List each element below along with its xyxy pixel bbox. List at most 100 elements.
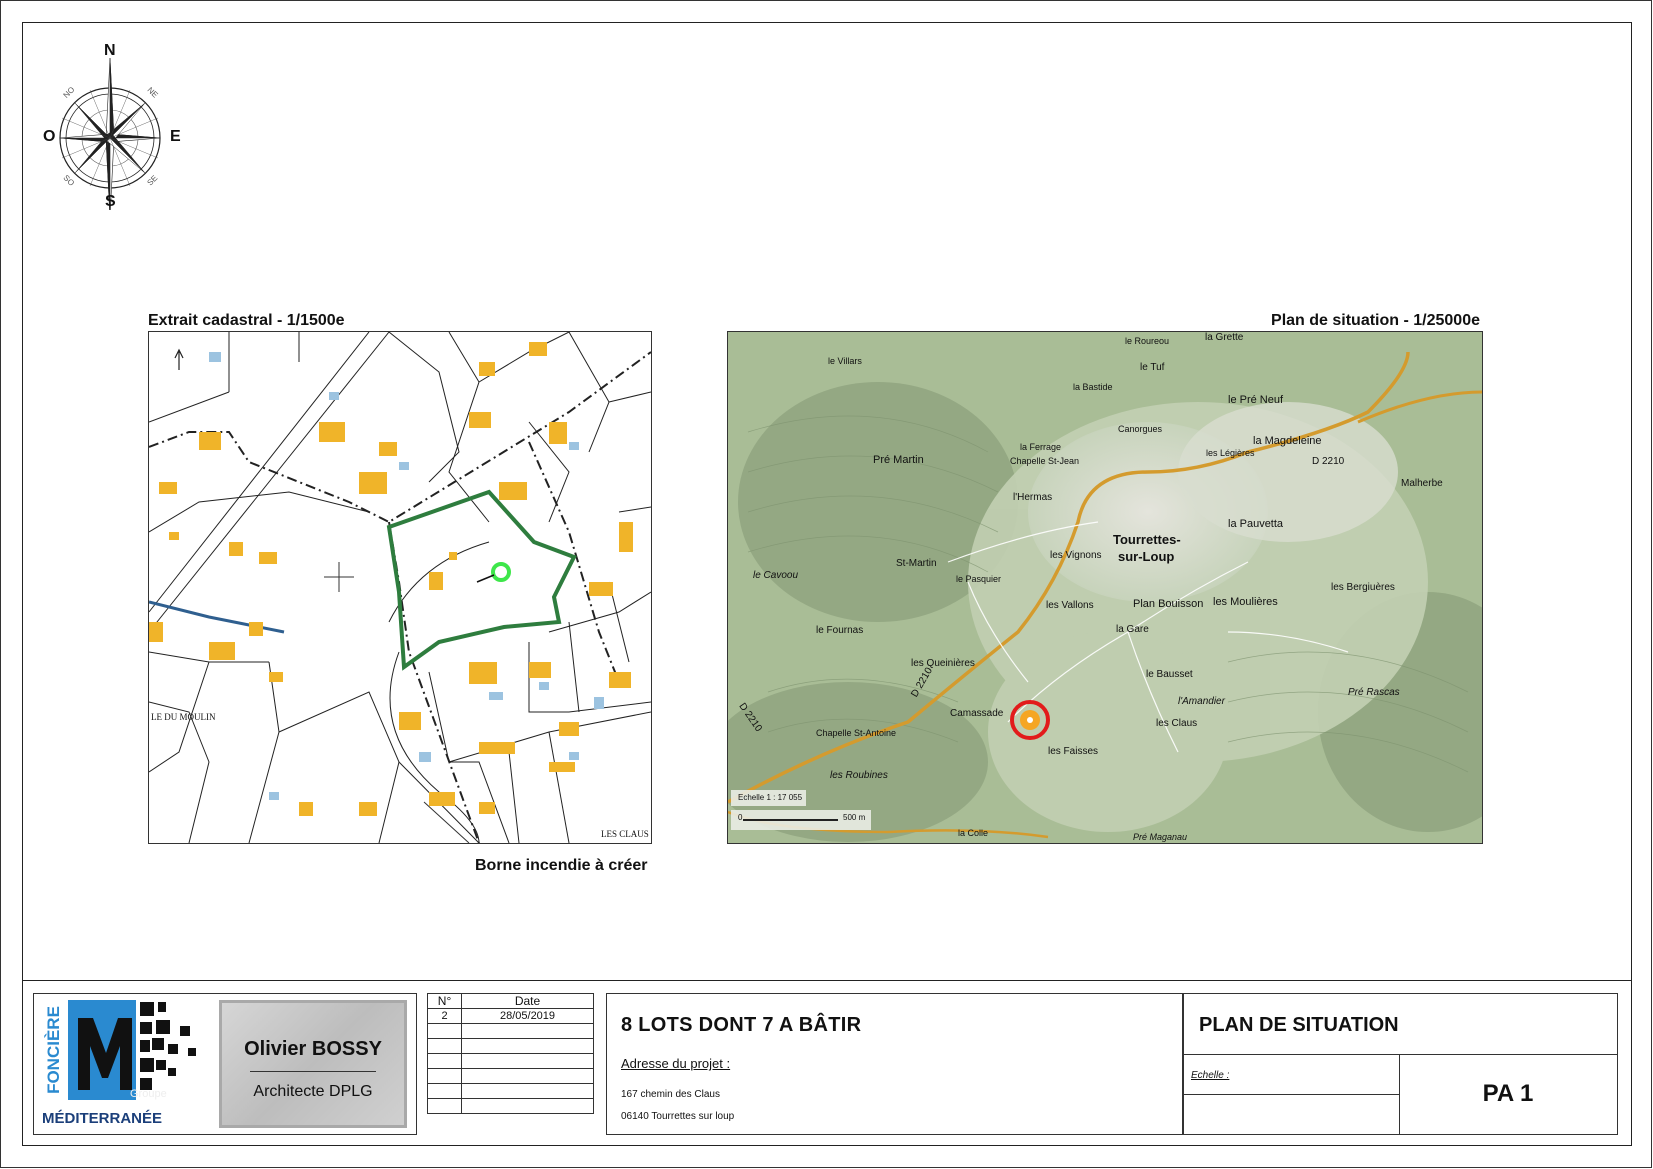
- map-scale-left: 0: [738, 813, 743, 822]
- table-row: [426, 1023, 594, 1039]
- map-label-le-tuf: le Tuf: [1140, 362, 1165, 373]
- situation-map: Tourrettes- sur-Loup le Pré Neuf la Magd…: [727, 331, 1483, 844]
- map-label-la-ferrage: la Ferrage: [1020, 442, 1062, 452]
- title-block-separator: [22, 980, 1632, 981]
- map-label-le-fournas: le Fournas: [816, 625, 864, 636]
- revision-number-cell: [426, 1083, 463, 1099]
- map-label-le-pre-neuf: le Pré Neuf: [1228, 394, 1284, 406]
- plan-title: PLAN DE SITUATION: [1199, 1014, 1399, 1036]
- revision-table: N° Date 2 28/05/2019: [426, 993, 594, 1114]
- map-label-pre-maganau: Pré Maganau: [1133, 832, 1188, 842]
- map-label-plan-bouisson: Plan Bouisson: [1133, 598, 1204, 610]
- architect-plate: Olivier BOSSY Architecte DPLG: [219, 1000, 407, 1128]
- compass-north-label: N: [104, 42, 116, 59]
- plan-code: PA 1: [1482, 1080, 1534, 1107]
- situation-title: Plan de situation - 1/25000e: [1271, 312, 1480, 329]
- table-row: [426, 1098, 594, 1114]
- revision-number-cell: [426, 1068, 463, 1084]
- cadastral-map-drawing: [149, 332, 651, 843]
- map-label-le-pasquier: le Pasquier: [956, 574, 1002, 584]
- address-line-1: 167 chemin des Claus: [621, 1089, 720, 1100]
- map-label-la-gare: la Gare: [1116, 624, 1149, 635]
- map-label-les-legieres: les Légières: [1206, 448, 1255, 458]
- map-scale-label: Echelle 1 : 17 055: [738, 793, 803, 802]
- revision-header-number: N°: [426, 993, 463, 1009]
- architect-title: Architecte DPLG: [253, 1083, 373, 1100]
- compass-rose: N S O E NE NO SE SO: [43, 40, 181, 219]
- fonciere-vertical-text: FONCIÈRE: [38, 1000, 68, 1100]
- map-label-le-villars: le Villars: [828, 356, 862, 366]
- map-label-les-bergiueres: les Bergiuères: [1331, 582, 1395, 593]
- map-label-le-cavoou: le Cavoou: [753, 570, 799, 581]
- map-label-tourrettes: Tourrettes-: [1113, 532, 1181, 547]
- plan-info-panel: PLAN DE SITUATION Echelle : PA 1: [1182, 993, 1618, 1135]
- architect-name: Olivier BOSSY: [244, 1038, 382, 1060]
- map-label-st-martin: St-Martin: [896, 558, 937, 569]
- map-label-la-magdeleine: la Magdeleine: [1253, 435, 1322, 447]
- map-label-les-claus: les Claus: [1156, 718, 1198, 729]
- revision-table-header: N° Date: [426, 993, 594, 1009]
- groupe-text: Groupe: [130, 1088, 167, 1100]
- map-label-l-hermas: l'Hermas: [1013, 492, 1053, 503]
- address-line-2: 06140 Tourrettes sur loup: [621, 1111, 735, 1122]
- logo-panel: FONCIÈRE Groupe MÉDITERRANÉE Olivier BOS…: [33, 993, 417, 1135]
- cadastral-label-le-du-moulin: LE DU MOULIN: [151, 712, 216, 722]
- map-label-pre-rascas: Pré Rascas: [1348, 687, 1400, 698]
- revision-number-cell: [426, 1098, 463, 1114]
- project-title: 8 LOTS DONT 7 A BÂTIR: [621, 1014, 862, 1036]
- map-label-l-amandier: l'Amandier: [1178, 696, 1225, 707]
- map-label-les-queinieres: les Queinières: [911, 658, 975, 669]
- revision-date-cell: [461, 1053, 594, 1069]
- map-label-la-bastide: la Bastide: [1073, 382, 1113, 392]
- map-label-la-grette: la Grette: [1205, 332, 1244, 343]
- map-label-malherbe: Malherbe: [1401, 478, 1443, 489]
- map-label-la-pauvetta: la Pauvetta: [1228, 518, 1284, 530]
- address-label: Adresse du projet :: [621, 1056, 731, 1071]
- revision-date-cell: [461, 1068, 594, 1084]
- map-label-canorgues: Canorgues: [1118, 424, 1163, 434]
- mediterranee-text: MÉDITERRANÉE: [42, 1110, 163, 1127]
- revision-number-cell: [426, 1053, 463, 1069]
- map-label-d2210: D 2210: [1312, 456, 1345, 467]
- map-label-chapelle-st-antoine: Chapelle St-Antoine: [816, 728, 897, 738]
- map-label-les-moulieres: les Moulières: [1213, 596, 1278, 608]
- table-row: [426, 1053, 594, 1069]
- architect-plate-rule: [250, 1071, 376, 1072]
- table-row: 2 28/05/2019: [426, 1008, 594, 1024]
- map-label-les-faisses: les Faisses: [1048, 746, 1099, 757]
- plan-divider-scale: [1183, 1094, 1399, 1095]
- table-row: [426, 1068, 594, 1084]
- fire-hydrant-annotation: Borne incendie à créer: [475, 857, 648, 874]
- compass-west-label: O: [43, 128, 56, 145]
- revision-number-cell: [426, 1038, 463, 1054]
- map-label-le-bausset: le Bausset: [1146, 669, 1193, 680]
- table-row: [426, 1038, 594, 1054]
- map-label-le-roureou: le Roureou: [1125, 336, 1170, 346]
- map-label-pre-martin: Pré Martin: [873, 454, 924, 466]
- revision-table-panel: N° Date 2 28/05/2019: [426, 993, 594, 1133]
- fonciere-text: FONCIÈRE: [44, 1006, 63, 1094]
- revision-date-cell: [461, 1083, 594, 1099]
- map-label-sur-loup: sur-Loup: [1118, 549, 1175, 564]
- plan-scale-label: Echelle :: [1191, 1070, 1230, 1081]
- revision-date-cell: [461, 1023, 594, 1039]
- revision-date-cell: [461, 1038, 594, 1054]
- map-label-la-colle: la Colle: [958, 828, 989, 838]
- map-label-les-vallons: les Vallons: [1046, 600, 1094, 611]
- compass-east-label: E: [170, 128, 181, 145]
- cadastral-map: LE DU MOULIN LES CLAUS: [148, 331, 652, 844]
- cadastral-label-les-claus: LES CLAUS: [601, 829, 649, 839]
- map-label-camassade: Camassade: [950, 708, 1004, 719]
- compass-icon: [59, 57, 161, 219]
- revision-number-cell: 2: [426, 1008, 463, 1024]
- map-label-les-vignons: les Vignons: [1050, 550, 1102, 561]
- map-label-les-roubines: les Roubines: [830, 770, 888, 781]
- map-label-chapelle-st-jean: Chapelle St-Jean: [1010, 456, 1080, 466]
- map-scale-right: 500 m: [843, 813, 866, 822]
- revision-date-cell: 28/05/2019: [461, 1008, 594, 1024]
- project-info-panel: 8 LOTS DONT 7 A BÂTIR Adresse du projet …: [606, 993, 1184, 1135]
- revision-header-date: Date: [461, 993, 594, 1009]
- compass-south-label: S: [105, 193, 116, 210]
- table-row: [426, 1083, 594, 1099]
- revision-date-cell: [461, 1098, 594, 1114]
